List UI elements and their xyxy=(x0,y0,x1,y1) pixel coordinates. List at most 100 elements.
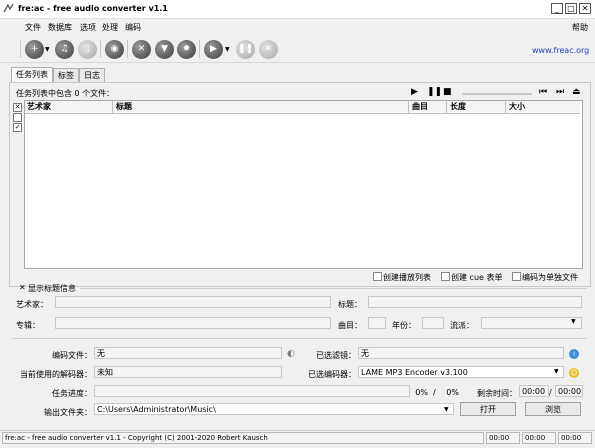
status-time-2: 00:00 xyxy=(522,432,556,444)
encoder-select[interactable]: LAME MP3 Encoder v3.100 xyxy=(358,366,564,378)
browse-button[interactable]: 浏览 xyxy=(525,402,581,416)
progress-pct: 0% xyxy=(415,388,428,397)
select-all-checkbox[interactable]: ✕ xyxy=(13,103,22,112)
toggle-selection-checkbox[interactable]: ✓ xyxy=(13,123,22,132)
col-artist[interactable]: 艺术家 xyxy=(27,101,51,113)
title-info-toggle-icon[interactable]: ✕ xyxy=(19,283,26,292)
track-field[interactable] xyxy=(368,317,386,329)
total-time-field: 00:00 xyxy=(555,385,583,397)
encode-single-label: 编码为单独文件 xyxy=(522,273,578,282)
stop-icon[interactable]: ✕ xyxy=(259,40,278,59)
joblist-status: 任务列表中包含 0 个文件： xyxy=(16,89,115,98)
filter-icon[interactable]: ▼ xyxy=(155,40,174,59)
genre-select[interactable] xyxy=(481,317,582,329)
section-divider xyxy=(12,338,587,339)
encoder-label: 已选编码器： xyxy=(308,370,356,379)
joblist-table[interactable] xyxy=(24,100,583,269)
toolbar-separator xyxy=(100,40,101,58)
output-folder-label: 输出文件夹： xyxy=(44,408,92,417)
tab-log[interactable]: 日志 xyxy=(79,68,105,82)
column-divider xyxy=(505,101,506,113)
maximize-button[interactable]: □ xyxy=(565,3,577,14)
genre-dropdown-icon[interactable]: ▼ xyxy=(571,318,576,325)
title-label: 标题： xyxy=(338,300,362,309)
play-icon[interactable]: ▶ xyxy=(411,87,418,97)
menu-encode[interactable]: 编码 xyxy=(125,22,141,33)
track-label: 曲目： xyxy=(338,321,362,330)
app-icon xyxy=(3,3,14,13)
encoder-config-icon[interactable]: ☺ xyxy=(569,368,579,378)
menu-options[interactable]: 选项 xyxy=(80,22,96,33)
album-label: 专辑： xyxy=(16,321,40,330)
add-dropdown-icon[interactable]: ▼ xyxy=(45,46,50,53)
title-info-divider xyxy=(80,288,587,289)
status-time-3: 00:00 xyxy=(558,432,592,444)
next-icon[interactable]: ⏭ xyxy=(556,87,564,97)
cddb-query-icon[interactable]: ◉ xyxy=(105,40,124,59)
menu-file[interactable]: 文件 xyxy=(25,22,41,33)
info-icon[interactable]: i xyxy=(569,349,579,359)
minimize-button[interactable]: _ xyxy=(551,3,563,14)
encoding-file-label: 编码文件： xyxy=(52,351,92,360)
toolbar-separator xyxy=(127,40,128,58)
column-divider xyxy=(408,101,409,113)
close-button[interactable]: ✕ xyxy=(579,3,591,14)
tab-tags[interactable]: 标签 xyxy=(53,68,79,82)
year-field[interactable] xyxy=(422,317,444,329)
menu-process[interactable]: 处理 xyxy=(102,22,118,33)
decoder-label: 当前使用的解码器： xyxy=(20,370,92,379)
col-track[interactable]: 曲目 xyxy=(412,101,428,113)
create-playlist-label: 创建播放列表 xyxy=(383,273,431,282)
seek-slider[interactable] xyxy=(462,93,532,95)
stop-icon[interactable]: ■ xyxy=(443,87,452,97)
pause-icon[interactable]: ❚❚ xyxy=(236,40,255,59)
progress-label: 任务进度： xyxy=(52,389,92,398)
column-divider xyxy=(112,101,113,113)
eject-icon[interactable]: ⏏ xyxy=(572,87,581,97)
encode-single-checkbox[interactable] xyxy=(512,272,521,281)
encoder-dropdown-icon[interactable]: ▼ xyxy=(554,368,559,375)
create-playlist-checkbox[interactable] xyxy=(373,272,382,281)
progress-bar xyxy=(94,385,410,397)
filter-icon: ◐ xyxy=(287,349,295,359)
menu-database[interactable]: 数据库 xyxy=(48,22,72,33)
col-title[interactable]: 标题 xyxy=(116,101,132,113)
settings-gear-icon[interactable]: ✹ xyxy=(177,40,196,59)
add-cd-icon[interactable]: ♫ xyxy=(55,40,74,59)
joblist-header xyxy=(25,101,580,114)
previous-icon[interactable]: ⏮ xyxy=(539,87,547,97)
genre-label: 流派： xyxy=(450,321,474,330)
title-info-toggle[interactable]: 显示标题信息 xyxy=(28,283,76,294)
add-files-icon[interactable]: + xyxy=(25,40,44,59)
window-title: fre:ac - free audio converter v1.1 xyxy=(18,4,168,13)
tools-icon[interactable]: ✕ xyxy=(132,40,151,59)
output-folder-dropdown-icon[interactable]: ▼ xyxy=(444,406,449,413)
filter-field: 无 xyxy=(358,347,564,359)
start-dropdown-icon[interactable]: ▼ xyxy=(225,46,230,53)
column-divider xyxy=(446,101,447,113)
album-field[interactable] xyxy=(55,317,331,329)
start-encoding-icon[interactable]: ▶ xyxy=(204,40,223,59)
artist-field[interactable] xyxy=(55,296,331,308)
pause-icon[interactable]: ❚❚ xyxy=(427,87,442,97)
total-progress-pct: 0% xyxy=(446,388,459,397)
col-size[interactable]: 大小 xyxy=(509,101,525,113)
artist-label: 艺术家： xyxy=(16,300,48,309)
output-folder-field[interactable]: C:\Users\Administrator\Music\ xyxy=(94,403,454,415)
create-cue-checkbox[interactable] xyxy=(441,272,450,281)
col-length[interactable]: 长度 xyxy=(450,101,466,113)
create-cue-label: 创建 cue 表单 xyxy=(451,273,503,282)
tab-joblist[interactable]: 任务列表 xyxy=(11,67,53,82)
remove-file-icon[interactable]: ▯ xyxy=(78,40,97,59)
encoding-file-field: 无 xyxy=(94,347,282,359)
toolbar-separator xyxy=(20,40,21,58)
select-none-checkbox[interactable] xyxy=(13,113,22,122)
website-link[interactable]: www.freac.org xyxy=(532,46,589,55)
menu-help[interactable]: 帮助 xyxy=(572,22,588,33)
toolbar-separator xyxy=(199,40,200,58)
year-label: 年份： xyxy=(392,321,416,330)
open-button[interactable]: 打开 xyxy=(460,402,516,416)
title-field[interactable] xyxy=(368,296,582,308)
filter-label: 已选滤镜： xyxy=(316,351,356,360)
time-separator: / xyxy=(549,388,552,397)
